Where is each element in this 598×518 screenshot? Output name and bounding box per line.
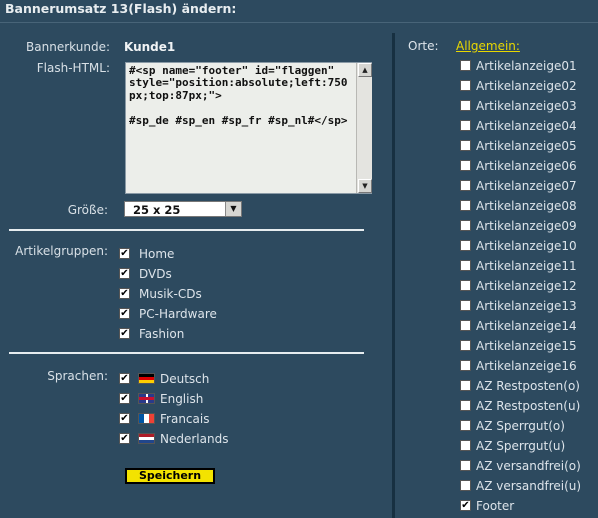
ort-label: AZ Restposten(u): [476, 399, 581, 413]
textarea-scrollbar[interactable]: ▲ ▼: [356, 63, 372, 193]
ort-checkbox[interactable]: [460, 200, 471, 211]
artikelgruppe-checkbox[interactable]: ✔: [119, 268, 130, 279]
ort-checkbox[interactable]: [460, 240, 471, 251]
section-divider: [9, 229, 364, 231]
ort-label: AZ versandfrei(o): [476, 459, 581, 473]
ort-label: Artikelanzeige10: [476, 239, 577, 253]
flash-html-textarea[interactable]: [125, 62, 372, 194]
ort-checkbox[interactable]: [460, 160, 471, 171]
sprache-label: Nederlands: [160, 432, 229, 446]
groesse-selected-value: 25 x 25: [133, 203, 181, 217]
ort-checkbox[interactable]: [460, 100, 471, 111]
ort-checkbox[interactable]: [460, 120, 471, 131]
ort-checkbox[interactable]: [460, 60, 471, 71]
page-title: Bannerumsatz 13(Flash) ändern:: [5, 1, 237, 16]
ort-label: Artikelanzeige02: [476, 79, 577, 93]
artikelgruppe-checkbox[interactable]: ✔: [119, 308, 130, 319]
allgemein-link[interactable]: Allgemein:: [456, 39, 520, 53]
artikelgruppe-checkbox[interactable]: ✔: [119, 328, 130, 339]
ort-checkbox[interactable]: [460, 260, 471, 271]
flag-uk-icon: [138, 393, 155, 404]
sprachen-label: Sprachen:: [47, 369, 108, 383]
ort-label: AZ versandfrei(u): [476, 479, 582, 493]
ort-label: AZ Sperrgut(u): [476, 439, 566, 453]
ort-label: Artikelanzeige11: [476, 259, 577, 273]
artikelgruppe-checkbox[interactable]: ✔: [119, 288, 130, 299]
flag-france-icon: [138, 413, 155, 424]
ort-label: Artikelanzeige07: [476, 179, 577, 193]
ort-label: Artikelanzeige08: [476, 199, 577, 213]
ort-checkbox[interactable]: [460, 80, 471, 91]
orte-label: Orte:: [408, 39, 439, 53]
ort-label: Footer: [476, 499, 515, 513]
ort-label: Artikelanzeige16: [476, 359, 577, 373]
flag-netherlands-icon: [138, 433, 155, 444]
ort-label: Artikelanzeige12: [476, 279, 577, 293]
scroll-up-icon[interactable]: ▲: [358, 63, 372, 77]
ort-checkbox[interactable]: [460, 440, 471, 451]
flag-germany-icon: [138, 373, 155, 384]
ort-checkbox[interactable]: [460, 340, 471, 351]
ort-label: Artikelanzeige06: [476, 159, 577, 173]
ort-label: Artikelanzeige13: [476, 299, 577, 313]
ort-label: Artikelanzeige14: [476, 319, 577, 333]
ort-checkbox[interactable]: [460, 400, 471, 411]
ort-checkbox[interactable]: ✔: [460, 500, 471, 511]
ort-label: Artikelanzeige04: [476, 119, 577, 133]
scroll-down-icon[interactable]: ▼: [358, 179, 372, 193]
sprache-label: English: [160, 392, 204, 406]
sprache-checkbox[interactable]: ✔: [119, 393, 130, 404]
ort-checkbox[interactable]: [460, 360, 471, 371]
ort-checkbox[interactable]: [460, 300, 471, 311]
ort-checkbox[interactable]: [460, 380, 471, 391]
ort-label: AZ Sperrgut(o): [476, 419, 565, 433]
ort-checkbox[interactable]: [460, 180, 471, 191]
artikelgruppe-label: Home: [139, 247, 175, 261]
ort-label: Artikelanzeige15: [476, 339, 577, 353]
header-divider: [0, 22, 598, 23]
section-divider: [9, 352, 364, 354]
artikelgruppe-checkbox[interactable]: ✔: [119, 248, 130, 259]
ort-checkbox[interactable]: [460, 320, 471, 331]
bannerkunde-label: Bannerkunde:: [26, 40, 110, 54]
ort-checkbox[interactable]: [460, 140, 471, 151]
sprache-label: Deutsch: [160, 372, 210, 386]
ort-checkbox[interactable]: [460, 280, 471, 291]
flash-html-label: Flash-HTML:: [36, 61, 110, 75]
artikelgruppen-label: Artikelgruppen:: [15, 244, 108, 258]
ort-checkbox[interactable]: [460, 420, 471, 431]
artikelgruppe-label: PC-Hardware: [139, 307, 217, 321]
sprache-checkbox[interactable]: ✔: [119, 433, 130, 444]
ort-label: Artikelanzeige05: [476, 139, 577, 153]
artikelgruppe-label: Musik-CDs: [139, 287, 202, 301]
column-divider: [392, 33, 395, 518]
bannerkunde-value: Kunde1: [124, 40, 176, 54]
artikelgruppe-label: Fashion: [139, 327, 185, 341]
groesse-label: Größe:: [67, 203, 108, 217]
sprache-checkbox[interactable]: ✔: [119, 413, 130, 424]
ort-label: Artikelanzeige01: [476, 59, 577, 73]
ort-label: Artikelanzeige09: [476, 219, 577, 233]
sprache-checkbox[interactable]: ✔: [119, 373, 130, 384]
sprache-label: Francais: [160, 412, 210, 426]
ort-checkbox[interactable]: [460, 480, 471, 491]
ort-label: Artikelanzeige03: [476, 99, 577, 113]
save-button[interactable]: Speichern: [125, 468, 215, 484]
artikelgruppe-label: DVDs: [139, 267, 172, 281]
chevron-down-icon[interactable]: ▼: [225, 202, 241, 216]
ort-label: AZ Restposten(o): [476, 379, 580, 393]
ort-checkbox[interactable]: [460, 220, 471, 231]
ort-checkbox[interactable]: [460, 460, 471, 471]
groesse-select[interactable]: 25 x 25 ▼: [124, 201, 242, 217]
